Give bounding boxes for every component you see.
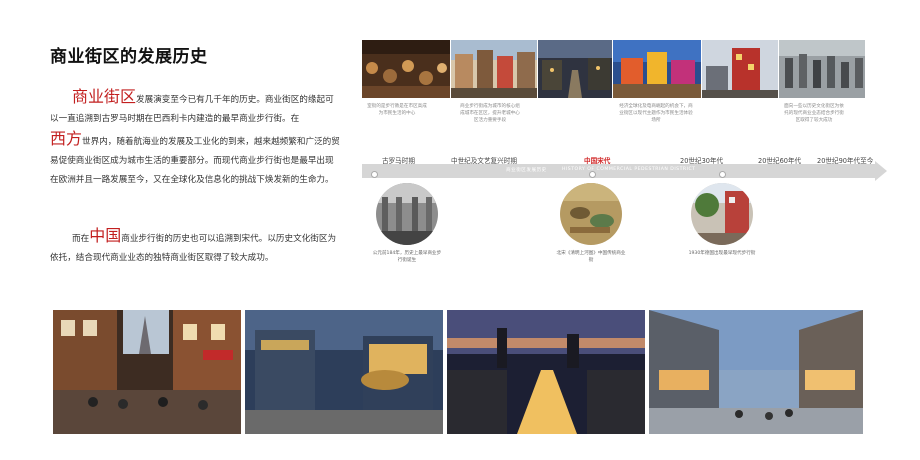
timeline-marker-1930s [719,171,726,178]
top-caption-2: 商业步行街成为城市的核心组成城市在区区，提升老城中心区活力重要手段 [460,104,520,123]
photo-colorful-plaza [613,40,701,98]
china-prefix: 而在 [72,234,90,244]
circle-caption-1930s: 1930年德国出现最早现代步行街 [688,251,756,256]
photo-memorial-stones [779,40,865,98]
circle-caption-rome: 公元前184年，历史上最早商业步行街诞生 [372,251,442,263]
photo-modern-plaza-dusk [245,310,443,434]
circle-caption-song: 北宋《清明上河图》中国传统商业街 [556,251,626,263]
keyword-west: 西方 [50,129,83,148]
photo-night-street-aerial [447,310,645,434]
top-caption-3: 经济全球化及电商崛起的机会下，商业街区以现代主题作为市民生活体验场所 [619,104,693,123]
photo-european-shopping-street [53,310,241,434]
china-paragraph: 而在中国商业步行街的历史也可以追溯到宋代。以历史文化街区为依托，结合现代商业业态… [50,226,340,268]
circle-photo-qingming-scroll [560,183,622,245]
intro-text-2: 世界内，随着航海业的发展及工业化的到来，越来越频繁和广泛的贸易促使商业街区成为城… [50,137,340,185]
photo-modern-building [702,40,778,98]
top-caption-1: 室街的是步行教是在市区高成为市民生活的中心 [367,104,427,116]
page-title: 商业街区的发展历史 [50,47,208,67]
intro-paragraph: 商业街区发展演变至今已有几千年的历史。商业街区的缘起可以一直追溯到古罗马时期在巴… [50,87,340,190]
circle-photo-1930s-street [691,183,753,245]
timeline-marker-rome [371,171,378,178]
photo-medieval-street [451,40,537,98]
timeline-arrow-icon [875,161,887,181]
axis-label-en: HISTORY OF COMMERCIAL PEDESTRIAN DISTRIC… [562,167,696,172]
photo-dusk-street [538,40,612,98]
axis-label-cn: 商业街区发展历史 [506,168,547,173]
circle-photo-roman-basilica [376,183,438,245]
timeline-marker-song [589,171,596,178]
keyword-commercial-district: 商业街区 [72,87,137,106]
photo-modern-pedestrian-mall [649,310,863,434]
keyword-china: 中国 [89,226,122,245]
top-caption-4: 面向一些以历史文化街区为依托的现代商业业态结合步行街区取得了较大成功 [784,104,844,123]
photo-roman-market [362,40,450,98]
